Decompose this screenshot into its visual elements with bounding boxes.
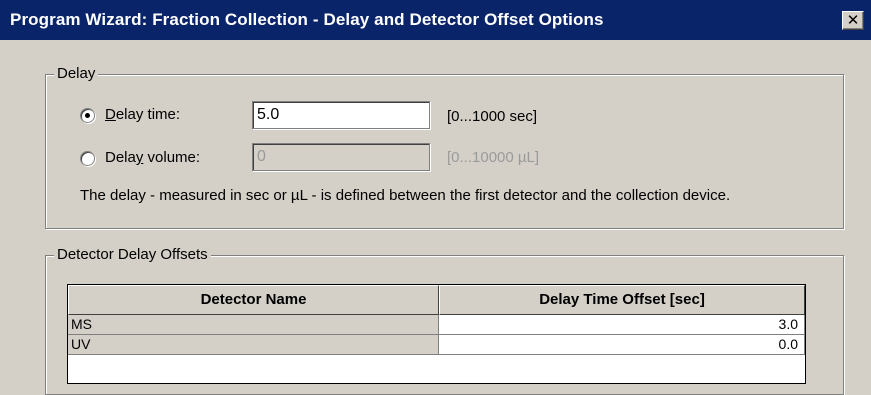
delay-description: The delay - measured in sec or µL - is d… [80,187,731,204]
delay-time-radio[interactable] [80,108,95,123]
delay-time-label[interactable]: Delay time: [105,106,180,124]
detector-name-cell: UV [68,335,439,355]
delay-offset-cell[interactable]: 3.0 [439,315,805,335]
delay-volume-label-pre: Dela [105,149,136,166]
close-button[interactable]: ✕ [842,11,864,30]
delay-time-label-rest: elay time: [115,106,181,123]
delay-time-input[interactable]: 5.0 [252,101,430,129]
column-header-delay-offset[interactable]: Delay Time Offset [sec] [439,285,805,315]
detector-offsets-group-label: Detector Delay Offsets [54,246,211,264]
delay-volume-radio[interactable] [80,151,95,166]
delay-volume-input[interactable]: 0 [252,143,430,171]
delay-volume-label-rest: volume: [143,149,201,166]
radio-selected-dot [85,113,90,118]
delay-time-label-accel: D [105,106,116,123]
close-icon: ✕ [846,11,860,29]
detector-offsets-table: Detector Name Delay Time Offset [sec] MS… [67,284,806,384]
title-bar: Program Wizard: Fraction Collection - De… [0,0,871,40]
delay-time-range: [0...1000 sec] [447,108,538,125]
delay-offset-cell[interactable]: 0.0 [439,335,805,355]
detector-name-cell: MS [68,315,439,335]
delay-group-label: Delay [54,65,99,83]
column-header-detector-name[interactable]: Detector Name [68,285,439,315]
delay-volume-range: [0...10000 µL] [447,149,540,166]
delay-volume-label[interactable]: Delay volume: [105,149,200,167]
window-title: Program Wizard: Fraction Collection - De… [10,10,604,29]
